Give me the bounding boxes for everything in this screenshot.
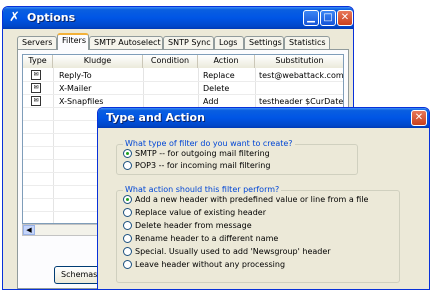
maximize-icon[interactable]: □: [320, 10, 336, 26]
filter-action-legend: What action should this filter perform?: [123, 185, 282, 194]
col-condition[interactable]: Condition: [143, 55, 198, 68]
dialog-titlebar[interactable]: Type and Action ✕: [98, 108, 429, 128]
options-title: Options: [27, 11, 76, 24]
radio-action-rename[interactable]: Rename header to a different name: [123, 234, 278, 245]
radio-icon: [123, 161, 132, 170]
filter-rule-icon: ✉: [31, 83, 41, 93]
radio-action-rename-label: Rename header to a different name: [135, 234, 279, 243]
radio-icon: [123, 260, 132, 269]
radio-action-leave[interactable]: Leave header without any processing: [123, 260, 285, 271]
filter-type-legend: What type of filter do you want to creat…: [123, 139, 295, 148]
minimize-icon[interactable]: ▁: [303, 10, 319, 26]
tab-logs[interactable]: Logs: [214, 36, 244, 49]
scroll-left-icon[interactable]: ◀: [23, 225, 35, 235]
tab-smtp-autoselect[interactable]: SMTP Autoselect: [89, 36, 163, 49]
filter-rule-icon: ✉: [31, 96, 41, 106]
table-row[interactable]: ✉ Reply-To Replace test@webattack.com: [23, 69, 343, 82]
row-substitution: test@webattack.com: [259, 71, 344, 80]
options-tabs: Servers Filters SMTP Autoselect SNTP Syn…: [17, 33, 347, 50]
filter-action-group: What action should this filter perform? …: [116, 185, 400, 283]
radio-icon: [123, 247, 132, 256]
tab-filters[interactable]: Filters: [57, 33, 89, 50]
table-row[interactable]: ✉ X-Mailer Delete: [23, 82, 343, 95]
filter-type-group: What type of filter do you want to creat…: [116, 139, 358, 175]
col-action[interactable]: Action: [198, 55, 255, 68]
col-substitution[interactable]: Substitution: [255, 55, 343, 68]
type-action-dialog: Type and Action ✕ What type of filter do…: [97, 107, 430, 290]
radio-icon: [123, 221, 132, 230]
filter-rule-icon: ✉: [31, 70, 41, 80]
radio-pop3-label: POP3 -- for incoming mail filtering: [135, 161, 271, 170]
row-kludge: Reply-To: [59, 71, 92, 80]
radio-action-delete[interactable]: Delete header from message: [123, 221, 252, 232]
radio-action-add-label: Add a new header with predefined value o…: [135, 195, 369, 204]
radio-action-add[interactable]: Add a new header with predefined value o…: [123, 195, 368, 206]
radio-action-special[interactable]: Special. Usually used to add 'Newsgroup'…: [123, 247, 331, 258]
radio-action-replace[interactable]: Replace value of existing header: [123, 208, 266, 219]
radio-smtp-label: SMTP -- for outgoing mail filtering: [135, 149, 270, 158]
radio-selected-icon: [123, 195, 132, 204]
tab-statistics[interactable]: Statistics: [284, 36, 330, 49]
col-kludge[interactable]: Kludge: [53, 55, 143, 68]
radio-selected-icon: [123, 149, 132, 158]
radio-action-special-label: Special. Usually used to add 'Newsgroup'…: [135, 247, 331, 256]
dialog-title: Type and Action: [106, 111, 205, 124]
radio-smtp[interactable]: SMTP -- for outgoing mail filtering: [123, 149, 270, 160]
tab-settings[interactable]: Settings: [244, 36, 284, 49]
radio-action-replace-label: Replace value of existing header: [135, 208, 266, 217]
radio-icon: [123, 208, 132, 217]
row-action: Delete: [203, 84, 230, 93]
radio-icon: [123, 234, 132, 243]
dialog-close-icon[interactable]: ✕: [411, 110, 427, 126]
tab-sntp-sync[interactable]: SNTP Sync: [163, 36, 214, 49]
radio-pop3[interactable]: POP3 -- for incoming mail filtering: [123, 161, 270, 172]
col-type[interactable]: Type: [23, 55, 53, 68]
options-titlebar[interactable]: ✗ Options ▁ □ ✕: [3, 7, 353, 29]
row-kludge: X-Snapfiles: [59, 97, 104, 106]
radio-action-delete-label: Delete header from message: [135, 221, 252, 230]
options-app-icon: ✗: [9, 10, 20, 25]
radio-action-leave-label: Leave header without any processing: [135, 260, 286, 269]
row-action: Replace: [203, 71, 235, 80]
row-kludge: X-Mailer: [59, 84, 92, 93]
close-icon[interactable]: ✕: [337, 10, 353, 26]
tab-servers[interactable]: Servers: [17, 36, 57, 49]
